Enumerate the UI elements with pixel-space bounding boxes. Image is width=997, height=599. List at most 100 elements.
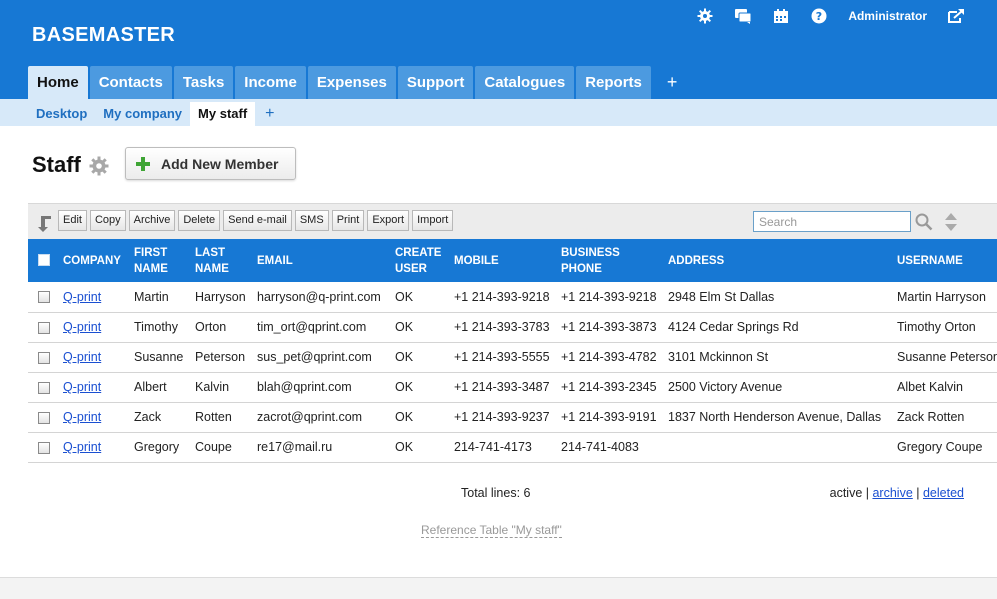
column-header-company[interactable]: COMPANY xyxy=(59,239,130,282)
tab-tasks[interactable]: Tasks xyxy=(173,66,234,99)
username-cell: Zack Rotten xyxy=(893,402,997,433)
user-name[interactable]: Administrator xyxy=(848,9,927,23)
create-user-cell: OK xyxy=(391,402,450,433)
address-cell: 2948 Elm St Dallas xyxy=(664,282,893,313)
tab-income[interactable]: Income xyxy=(235,66,306,99)
total-lines: Total lines: 6 xyxy=(461,486,531,500)
subtab-my-staff[interactable]: My staff xyxy=(190,102,256,126)
username-cell: Martin Harryson xyxy=(893,282,997,313)
mobile-cell: +1 214-393-3783 xyxy=(450,312,557,343)
row-checkbox[interactable] xyxy=(38,411,50,424)
send-email-button[interactable]: Send e-mail xyxy=(223,210,292,231)
add-tab-button[interactable]: + xyxy=(653,66,692,99)
business-phone-cell: +1 214-393-3873 xyxy=(557,312,664,343)
import-button[interactable]: Import xyxy=(412,210,454,231)
column-header-business-phone[interactable]: BUSINESS PHONE xyxy=(557,239,664,282)
mobile-cell: +1 214-393-5555 xyxy=(450,342,557,373)
row-checkbox[interactable] xyxy=(38,381,50,394)
reference-table-link[interactable]: Reference Table "My staff" xyxy=(421,523,562,538)
row-checkbox[interactable] xyxy=(38,351,50,364)
column-header-username[interactable]: USERNAME xyxy=(893,239,997,282)
tab-expenses[interactable]: Expenses xyxy=(307,66,396,99)
sort-arrows-icon[interactable] xyxy=(944,212,958,232)
search-input[interactable] xyxy=(753,211,911,232)
archive-button[interactable]: Archive xyxy=(128,210,176,231)
copy-button[interactable]: Copy xyxy=(89,210,126,231)
table-row[interactable]: Q-print Susanne Peterson sus_pet@qprint.… xyxy=(28,342,997,373)
company-cell: Q-print xyxy=(59,342,130,373)
subtab-desktop[interactable]: Desktop xyxy=(28,102,95,126)
company-link[interactable]: Q-print xyxy=(63,440,101,454)
first-name-cell: Zack xyxy=(130,402,191,433)
column-header-email[interactable]: EMAIL xyxy=(253,239,391,282)
column-header-address[interactable]: ADDRESS xyxy=(664,239,893,282)
sms-button[interactable]: SMS xyxy=(294,210,329,231)
plus-icon xyxy=(136,156,150,171)
tab-contacts[interactable]: Contacts xyxy=(89,66,172,99)
last-name-cell: Orton xyxy=(191,312,253,343)
tab-reports[interactable]: Reports xyxy=(576,66,651,99)
username-cell: Timothy Orton xyxy=(893,312,997,343)
table-row[interactable]: Q-print Albert Kalvin blah@qprint.com OK… xyxy=(28,372,997,403)
table-row[interactable]: Q-print Martin Harryson harryson@q-print… xyxy=(28,282,997,313)
arrow-down-icon[interactable] xyxy=(37,216,51,232)
tab-support[interactable]: Support xyxy=(397,66,474,99)
company-link[interactable]: Q-print xyxy=(63,350,101,364)
app-logo[interactable]: BASEMASTER xyxy=(32,24,175,47)
edit-button[interactable]: Edit xyxy=(58,210,87,231)
mobile-cell: +1 214-393-9237 xyxy=(450,402,557,433)
company-link[interactable]: Q-print xyxy=(63,410,101,424)
tab-home[interactable]: Home xyxy=(28,66,88,99)
row-checkbox[interactable] xyxy=(38,291,50,304)
username-cell: Susanne Peterson xyxy=(893,342,997,373)
add-new-member-label: Add New Member xyxy=(161,155,279,172)
table-toolbar: Edit Copy Archive Delete Send e-mail SMS… xyxy=(28,203,997,239)
table-row[interactable]: Q-print Gregory Coupe re17@mail.ru OK 21… xyxy=(28,432,997,463)
add-subtab-button[interactable]: + xyxy=(255,102,284,126)
sub-nav-bar: Desktop My company My staff + xyxy=(0,99,997,126)
select-all-checkbox[interactable] xyxy=(38,254,50,267)
business-phone-cell: +1 214-393-9218 xyxy=(557,282,664,313)
tab-catalogues[interactable]: Catalogues xyxy=(475,66,575,99)
address-cell: 1837 North Henderson Avenue, Dallas xyxy=(664,402,893,433)
table-row[interactable]: Q-print Timothy Orton tim_ort@qprint.com… xyxy=(28,312,997,343)
row-checkbox[interactable] xyxy=(38,321,50,334)
address-cell: 4124 Cedar Springs Rd xyxy=(664,312,893,343)
print-button[interactable]: Print xyxy=(331,210,365,231)
main-tabs: Home Contacts Tasks Income Expenses Supp… xyxy=(28,66,693,99)
filter-deleted-link[interactable]: deleted xyxy=(923,486,964,500)
column-header-mobile[interactable]: MOBILE xyxy=(450,239,557,282)
email-cell: zacrot@qprint.com xyxy=(253,402,391,433)
address-cell xyxy=(664,432,893,463)
top-icons: ? Administrator xyxy=(676,6,965,26)
table-row[interactable]: Q-print Zack Rotten zacrot@qprint.com OK… xyxy=(28,402,997,433)
last-name-cell: Coupe xyxy=(191,432,253,463)
column-header-create-user[interactable]: CREATE USER xyxy=(391,239,450,282)
chat-icon[interactable] xyxy=(734,7,752,25)
company-link[interactable]: Q-print xyxy=(63,320,101,334)
page-footer xyxy=(0,577,997,599)
row-select-cell xyxy=(28,372,59,403)
calendar-icon[interactable] xyxy=(772,7,790,25)
add-new-member-button[interactable]: Add New Member xyxy=(125,147,296,180)
delete-button[interactable]: Delete xyxy=(178,210,221,231)
search-icon[interactable] xyxy=(915,213,933,231)
column-header-last-name[interactable]: LAST NAME xyxy=(191,239,253,282)
company-cell: Q-print xyxy=(59,312,130,343)
logout-icon[interactable] xyxy=(947,7,965,25)
subtab-my-company[interactable]: My company xyxy=(95,102,190,126)
gear-icon[interactable] xyxy=(696,7,714,25)
company-cell: Q-print xyxy=(59,372,130,403)
status-filter: active | archive | deleted xyxy=(830,486,964,500)
email-cell: blah@qprint.com xyxy=(253,372,391,403)
help-icon[interactable]: ? xyxy=(810,7,828,25)
export-button[interactable]: Export xyxy=(367,210,410,231)
filter-archive-link[interactable]: archive xyxy=(872,486,912,500)
settings-gear-icon[interactable] xyxy=(89,156,109,176)
row-select-cell xyxy=(28,282,59,313)
row-checkbox[interactable] xyxy=(38,441,50,454)
column-header-first-name[interactable]: FIRST NAME xyxy=(130,239,191,282)
company-link[interactable]: Q-print xyxy=(63,380,101,394)
company-link[interactable]: Q-print xyxy=(63,290,101,304)
first-name-cell: Timothy xyxy=(130,312,191,343)
